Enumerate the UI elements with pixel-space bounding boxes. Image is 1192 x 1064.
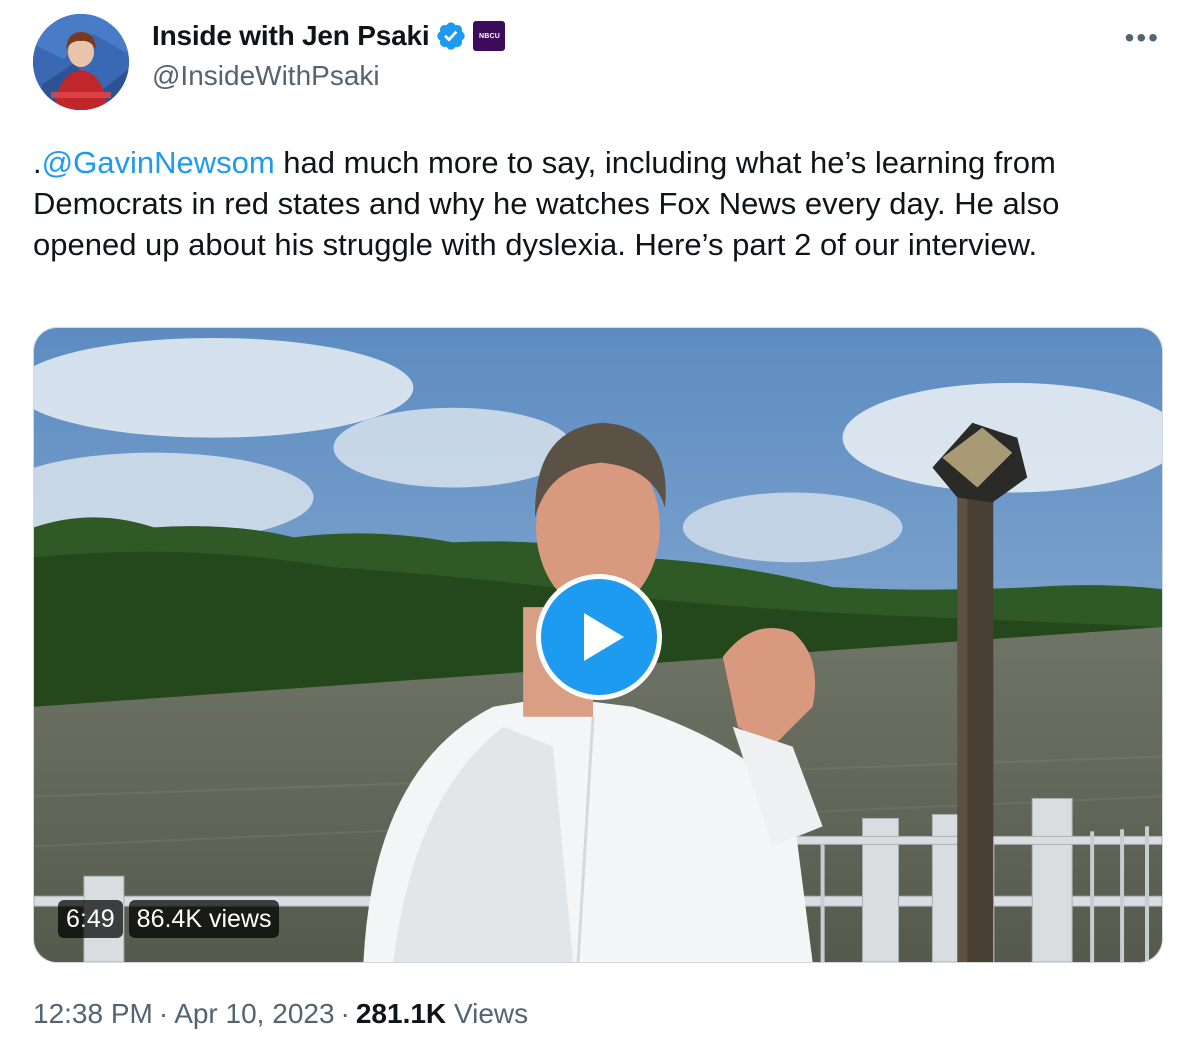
profile-photo [33, 14, 129, 110]
org-badge[interactable]: NBCU [473, 21, 506, 51]
tweet-text: .@GavinNewsom had much more to say, incl… [33, 142, 1163, 265]
handle[interactable]: @InsideWithPsaki [152, 60, 380, 92]
video-duration: 6:49 [58, 900, 123, 938]
verified-badge-icon [437, 22, 466, 50]
play-icon [584, 613, 624, 661]
timestamp-time[interactable]: 12:38 PM [33, 998, 153, 1029]
video-views: 86.4K views [128, 900, 280, 938]
separator-dot: · [340, 998, 350, 1029]
tweet-meta: 12:38 PM · Apr 10, 2023 · 281.1K Views [33, 998, 528, 1030]
mention-link[interactable]: @GavinNewsom [42, 145, 275, 180]
separator-dot: · [158, 998, 169, 1029]
timestamp-date[interactable]: Apr 10, 2023 [174, 998, 334, 1029]
avatar[interactable] [33, 14, 129, 110]
display-name[interactable]: Inside with Jen Psaki [152, 20, 430, 52]
views-label[interactable]: Views [454, 998, 528, 1029]
video-player[interactable]: 6:49 86.4K views [33, 327, 1163, 963]
views-count[interactable]: 281.1K [356, 998, 446, 1029]
more-options-icon[interactable]: ••• [1125, 22, 1160, 54]
play-button[interactable] [536, 574, 662, 700]
tweet-prefix: . [33, 145, 42, 180]
